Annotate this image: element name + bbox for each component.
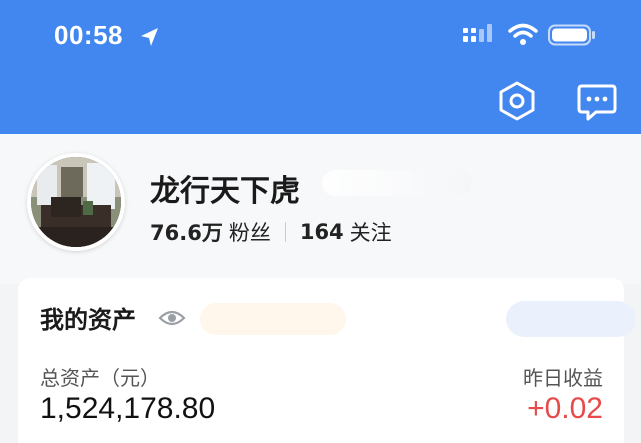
assets-title: 我的资产 [40,306,136,334]
avatar-photo [31,157,121,247]
yesterday-earnings-label: 昨日收益 [523,366,603,390]
username-badge-placeholder [322,170,472,196]
chat-bubble-icon[interactable] [576,82,618,122]
followers-label[interactable]: 粉丝 [229,217,271,247]
stats-divider [284,222,286,242]
location-arrow-icon [141,28,158,46]
total-assets-value: 1,524,178.80 [40,392,216,425]
hexagon-settings-icon[interactable] [497,80,537,122]
asset-promo-pill[interactable] [200,303,346,335]
signal-icon [463,24,492,42]
wifi-icon [508,23,538,45]
avatar[interactable] [27,153,125,251]
following-count[interactable]: 164 [300,220,344,244]
eye-visibility-icon[interactable] [158,307,186,329]
following-label[interactable]: 关注 [350,217,392,247]
username: 龙行天下虎 [150,174,300,209]
total-assets-label: 总资产（元） [40,366,160,390]
battery-icon [548,24,595,46]
followers-count[interactable]: 76.6万 [150,217,223,247]
asset-action-pill[interactable] [506,301,636,337]
yesterday-earnings-value: +0.02 [527,392,603,425]
status-time: 00:58 [54,20,123,50]
follow-stats: 76.6万 粉丝 164 关注 [150,217,392,247]
